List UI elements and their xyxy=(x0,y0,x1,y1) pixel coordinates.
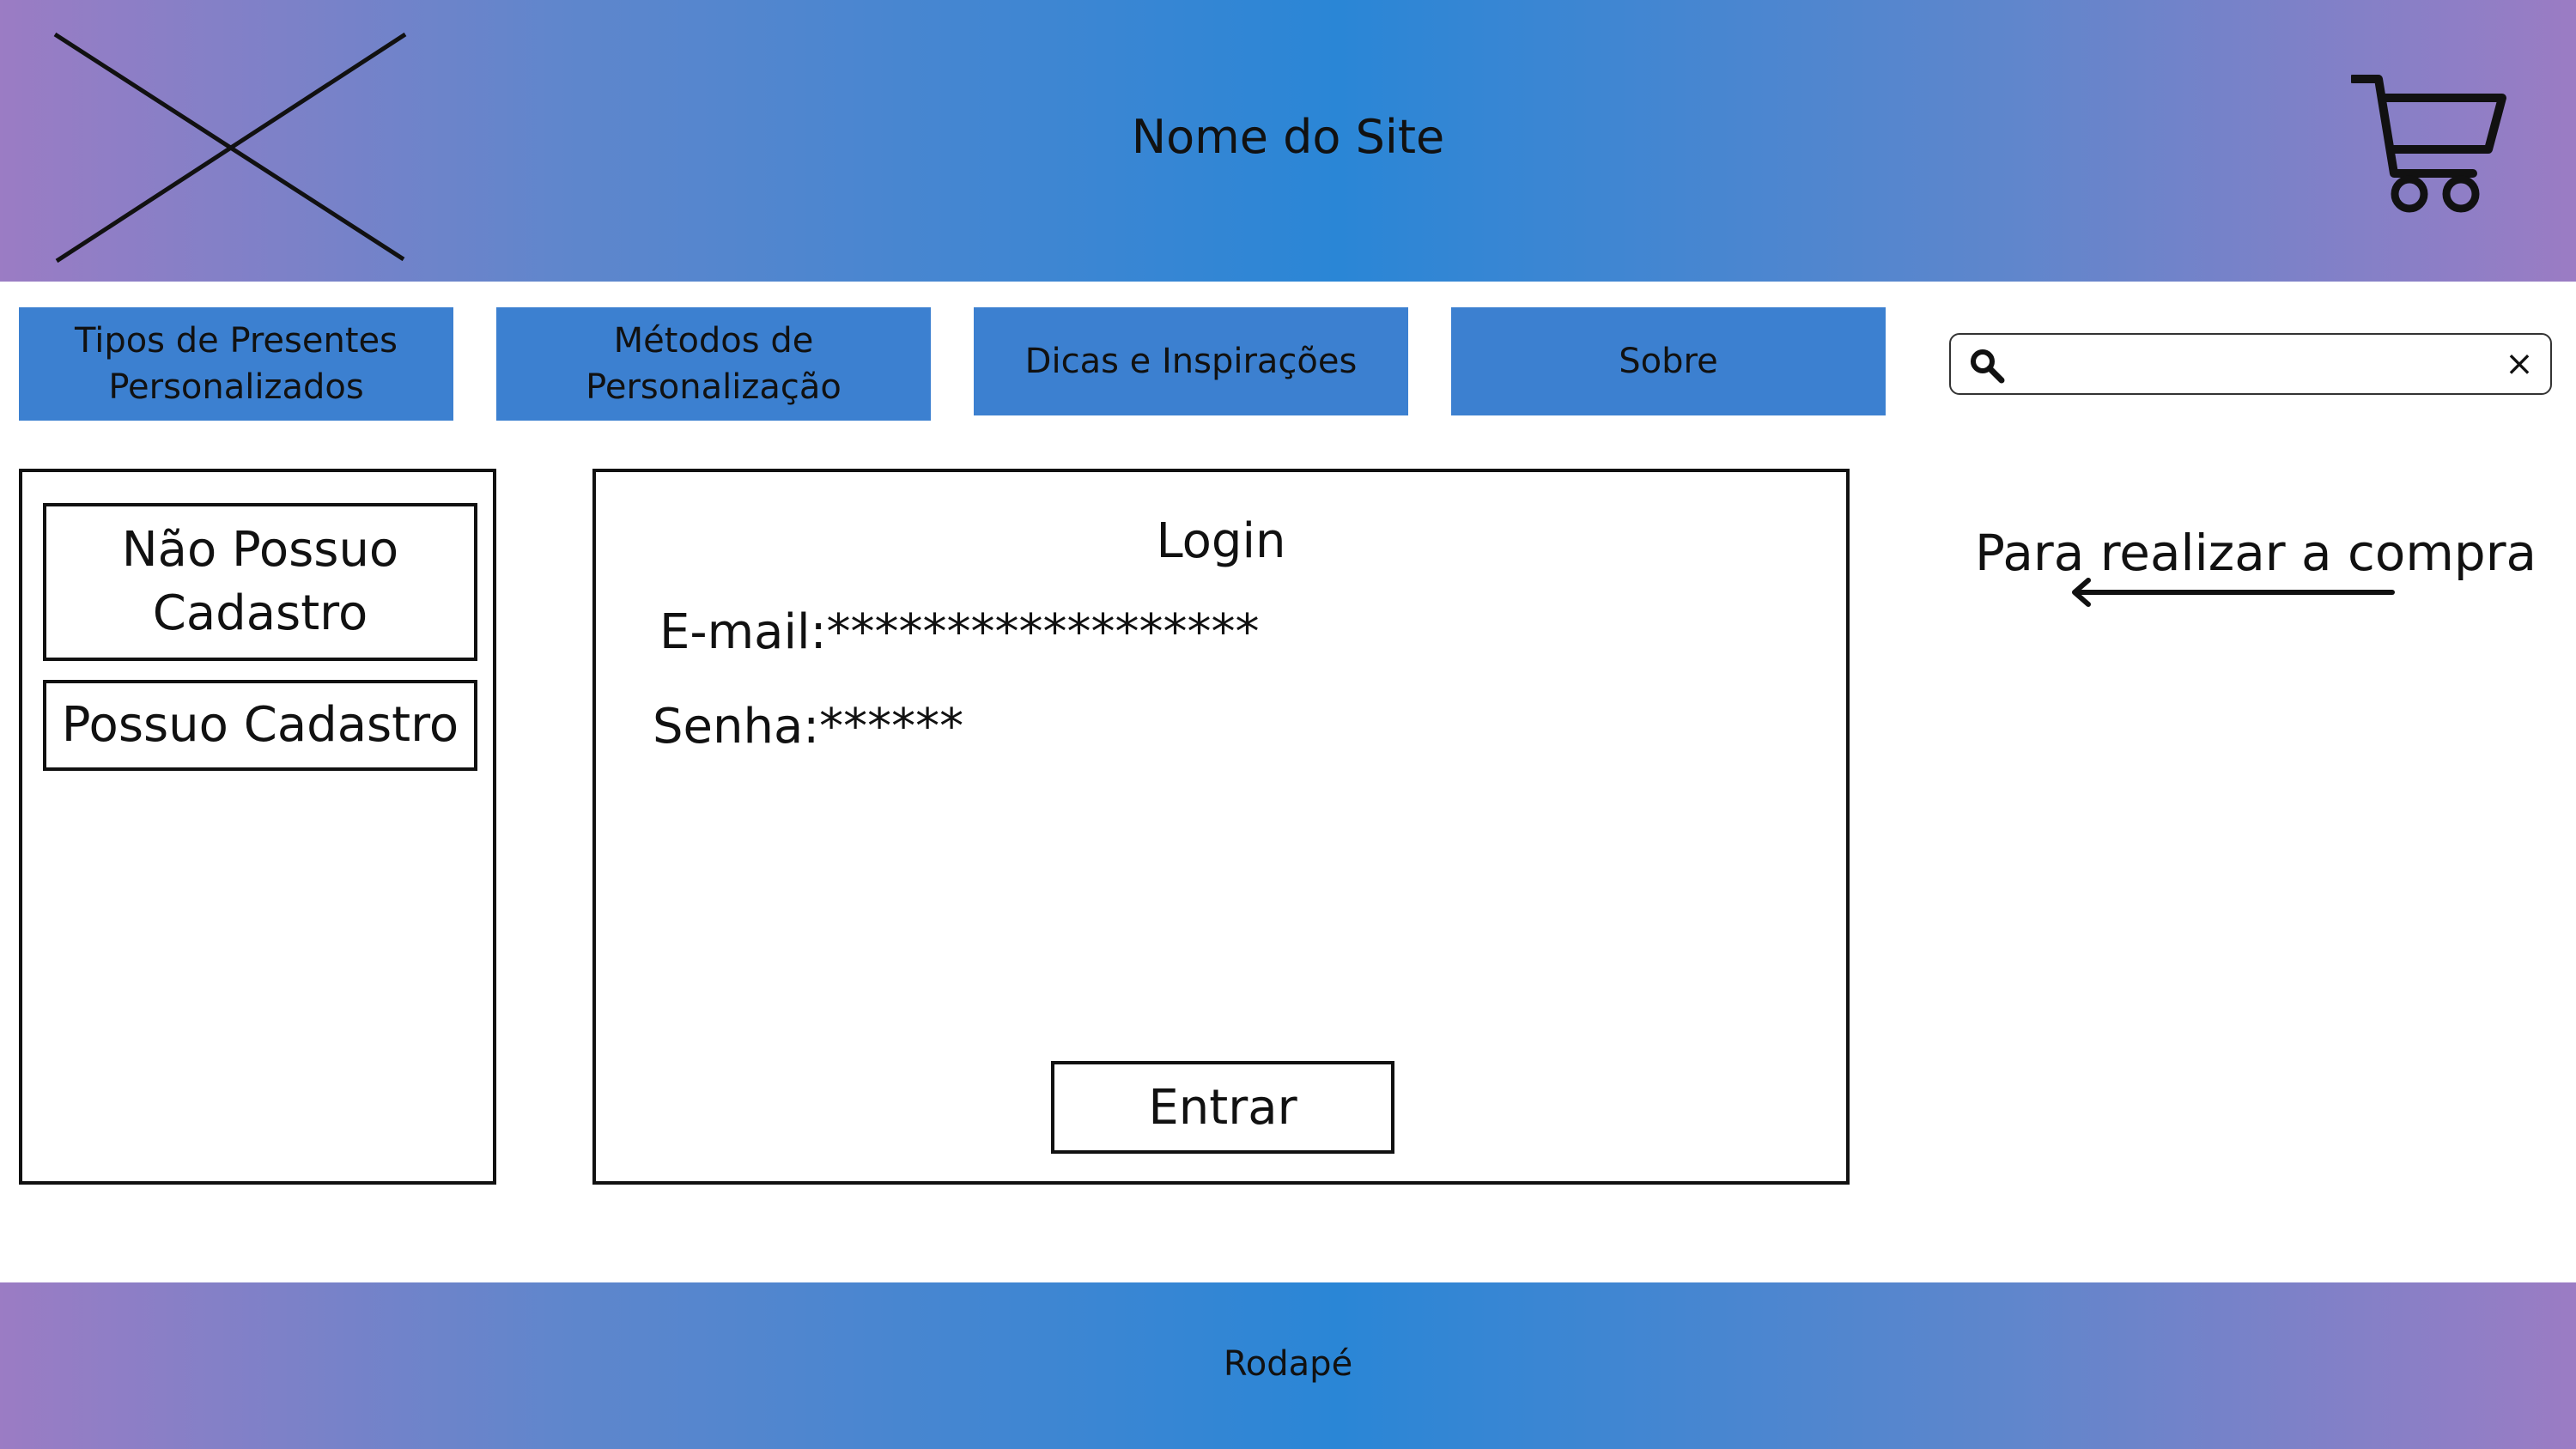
shopping-cart-icon[interactable] xyxy=(2351,72,2507,215)
nav-item-tipos-de-presentes[interactable]: Tipos de Presentes Personalizados xyxy=(19,307,453,421)
search-icon[interactable] xyxy=(1968,347,2006,385)
clear-search-icon[interactable]: × xyxy=(2504,345,2535,383)
login-title: Login xyxy=(1156,513,1286,569)
site-title: Nome do Site xyxy=(1131,110,1445,164)
login-panel: Login E-mail:****************** Senha:**… xyxy=(592,469,1850,1185)
footer-text: Rodapé xyxy=(1223,1344,1353,1384)
email-field[interactable]: E-mail:****************** xyxy=(659,604,1259,660)
has-account-button[interactable]: Possuo Cadastro xyxy=(43,680,477,771)
nav-item-metodos-de-personalizacao[interactable]: Métodos de Personalização xyxy=(496,307,931,421)
left-arrow-icon xyxy=(2072,578,2395,607)
site-footer: Rodapé xyxy=(0,1282,2576,1449)
site-header: Nome do Site xyxy=(0,0,2576,282)
nav-item-dicas-e-inspiracoes[interactable]: Dicas e Inspirações xyxy=(974,307,1408,415)
no-account-button[interactable]: Não Possuo Cadastro xyxy=(43,503,477,661)
search-input[interactable] xyxy=(2020,342,2483,388)
image-placeholder-x-icon[interactable] xyxy=(52,31,412,264)
search-box: × xyxy=(1949,333,2552,395)
account-options-panel: Não Possuo Cadastro Possuo Cadastro xyxy=(19,469,496,1185)
password-field[interactable]: Senha:****** xyxy=(653,699,963,755)
login-submit-button[interactable]: Entrar xyxy=(1051,1061,1394,1154)
nav-item-sobre[interactable]: Sobre xyxy=(1451,307,1886,415)
